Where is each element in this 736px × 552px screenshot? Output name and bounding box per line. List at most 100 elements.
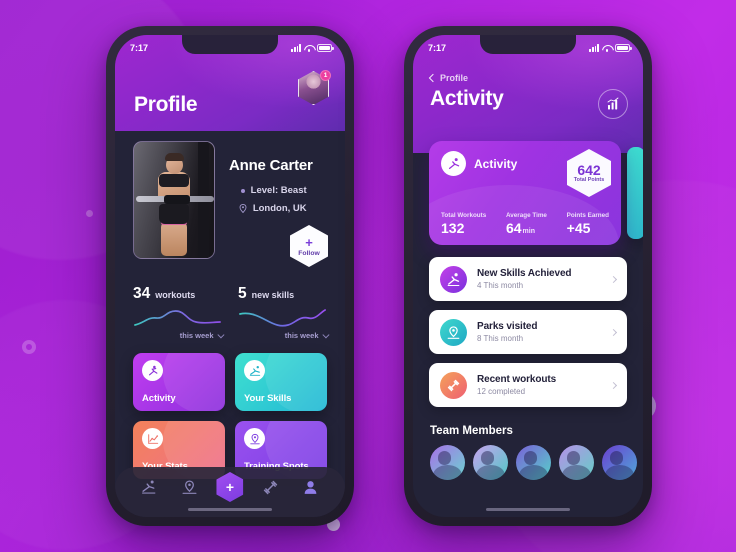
battery-icon	[317, 43, 334, 52]
list-item-parks-visited[interactable]: Parks visited 8 This month	[429, 310, 627, 354]
metric-label: Total Workouts	[441, 212, 487, 219]
page-title: Activity	[430, 87, 504, 110]
gymnast-icon	[441, 151, 466, 176]
phone-notch	[182, 35, 278, 54]
profile-name: Anne Carter	[229, 157, 313, 174]
team-member-avatar[interactable]	[430, 445, 465, 480]
stats-row: 34 workouts this week 5 new skills this …	[133, 285, 329, 340]
team-member-avatar[interactable]	[516, 445, 551, 480]
gymnast-icon	[142, 360, 163, 381]
team-member-avatar[interactable]	[602, 445, 637, 480]
spots-icon	[244, 428, 265, 449]
profile-location-row: London, UK	[239, 203, 307, 214]
team-members-title: Team Members	[430, 425, 513, 437]
phone-notch	[480, 35, 576, 54]
pin-icon	[239, 204, 247, 213]
list-item-subtitle: 4 This month	[477, 281, 524, 290]
home-indicator	[188, 508, 272, 511]
feature-tiles: Activity Your Skills Your Stats Training…	[133, 353, 327, 479]
chevron-left-icon	[428, 73, 438, 83]
next-card-peek[interactable]	[627, 147, 643, 239]
sparkline-icon	[134, 310, 221, 326]
stats-chart-icon	[142, 428, 163, 449]
tile-label: Activity	[142, 393, 176, 404]
tile-your-skills[interactable]: Your Skills	[235, 353, 327, 411]
list-item-title: Recent workouts	[477, 374, 557, 385]
metric-unit: min	[522, 228, 535, 235]
photo-barbell-grip	[164, 195, 190, 204]
decorative-ring	[22, 340, 36, 354]
period-label: this week	[284, 331, 319, 340]
back-button[interactable]: Profile	[428, 73, 469, 83]
metric-total-workouts: Total Workouts 132	[441, 212, 486, 236]
park-pin-icon	[440, 318, 467, 346]
decorative-dot	[86, 210, 93, 217]
phone-mockup-profile: 7:17 Profile 1 Anne Carter Level: Beast …	[106, 26, 354, 526]
battery-icon	[615, 43, 632, 52]
stat-value: 34	[133, 285, 151, 302]
metric-value: 64	[505, 220, 522, 236]
list-item-new-skills[interactable]: New Skills Achieved 4 This month	[429, 257, 627, 301]
metric-label: Average Time	[505, 212, 547, 219]
activity-screen: 7:17 Profile Activity Activity 642 Total…	[413, 35, 643, 517]
signal-bars-icon	[291, 43, 301, 52]
tile-label: Your Skills	[244, 393, 292, 404]
metric-value: +45	[566, 220, 591, 236]
nav-add-button[interactable]: +	[216, 472, 244, 502]
dot-icon	[240, 188, 245, 193]
nav-spots[interactable]	[176, 474, 202, 500]
list-item-recent-workouts[interactable]: Recent workouts 12 completed	[429, 363, 627, 407]
profile-photo[interactable]	[133, 141, 215, 259]
list-item-subtitle: 8 This month	[477, 334, 524, 343]
team-members-list[interactable]	[430, 445, 637, 480]
activity-summary-card[interactable]: Activity 642 Total Points Total Workouts…	[429, 141, 621, 245]
follow-label: Follow	[298, 249, 320, 257]
metric-label: Points Earned	[566, 212, 609, 219]
profile-level-row: Level: Beast	[240, 185, 307, 196]
stat-workouts: 34 workouts this week	[133, 285, 224, 340]
page-title: Profile	[134, 93, 198, 116]
home-indicator	[486, 508, 570, 511]
stat-new-skills: 5 new skills this week	[238, 285, 329, 340]
sparkline-icon	[239, 309, 326, 327]
wifi-icon	[602, 44, 612, 52]
activity-metrics: Total Workouts 132 Average Time 64min Po…	[441, 212, 609, 236]
list-item-title: New Skills Achieved	[477, 268, 572, 279]
profile-level: Level: Beast	[250, 185, 307, 196]
chevron-right-icon	[609, 381, 618, 389]
tile-activity[interactable]: Activity	[133, 353, 225, 411]
back-label: Profile	[440, 73, 469, 83]
user-avatar-hex-icon[interactable]: 1	[298, 70, 331, 105]
list-item-subtitle: 12 completed	[477, 387, 526, 396]
period-selector-workouts[interactable]: this week	[133, 331, 224, 340]
stat-label: new skills	[251, 290, 295, 300]
points-value: 642	[577, 161, 601, 178]
stat-value: 5	[238, 285, 247, 302]
wifi-icon	[304, 44, 314, 52]
bar-chart-icon[interactable]	[598, 89, 628, 119]
chevron-right-icon	[609, 275, 618, 283]
activity-card-title: Activity	[474, 156, 518, 171]
photo-figure	[147, 153, 199, 258]
period-label: this week	[179, 331, 214, 340]
plus-icon: +	[305, 234, 313, 250]
team-member-avatar[interactable]	[473, 445, 508, 480]
team-member-avatar[interactable]	[559, 445, 594, 480]
chevron-down-icon	[322, 331, 329, 338]
profile-screen: 7:17 Profile 1 Anne Carter Level: Beast …	[115, 35, 345, 517]
status-time: 7:17	[130, 42, 149, 53]
notification-badge: 1	[320, 70, 331, 81]
nav-profile[interactable]	[298, 474, 324, 500]
skills-icon	[244, 360, 265, 381]
period-selector-skills[interactable]: this week	[238, 331, 329, 340]
chevron-down-icon	[217, 331, 224, 338]
stat-label: workouts	[155, 290, 196, 300]
dumbbell-icon	[440, 371, 467, 399]
list-item-title: Parks visited	[477, 321, 538, 332]
nav-activity[interactable]	[136, 474, 162, 500]
gymnast-icon	[440, 265, 467, 293]
nav-workouts[interactable]	[258, 474, 284, 500]
points-label: Total Points	[573, 177, 605, 184]
status-time: 7:17	[428, 42, 447, 53]
metric-value: 132	[441, 220, 465, 236]
